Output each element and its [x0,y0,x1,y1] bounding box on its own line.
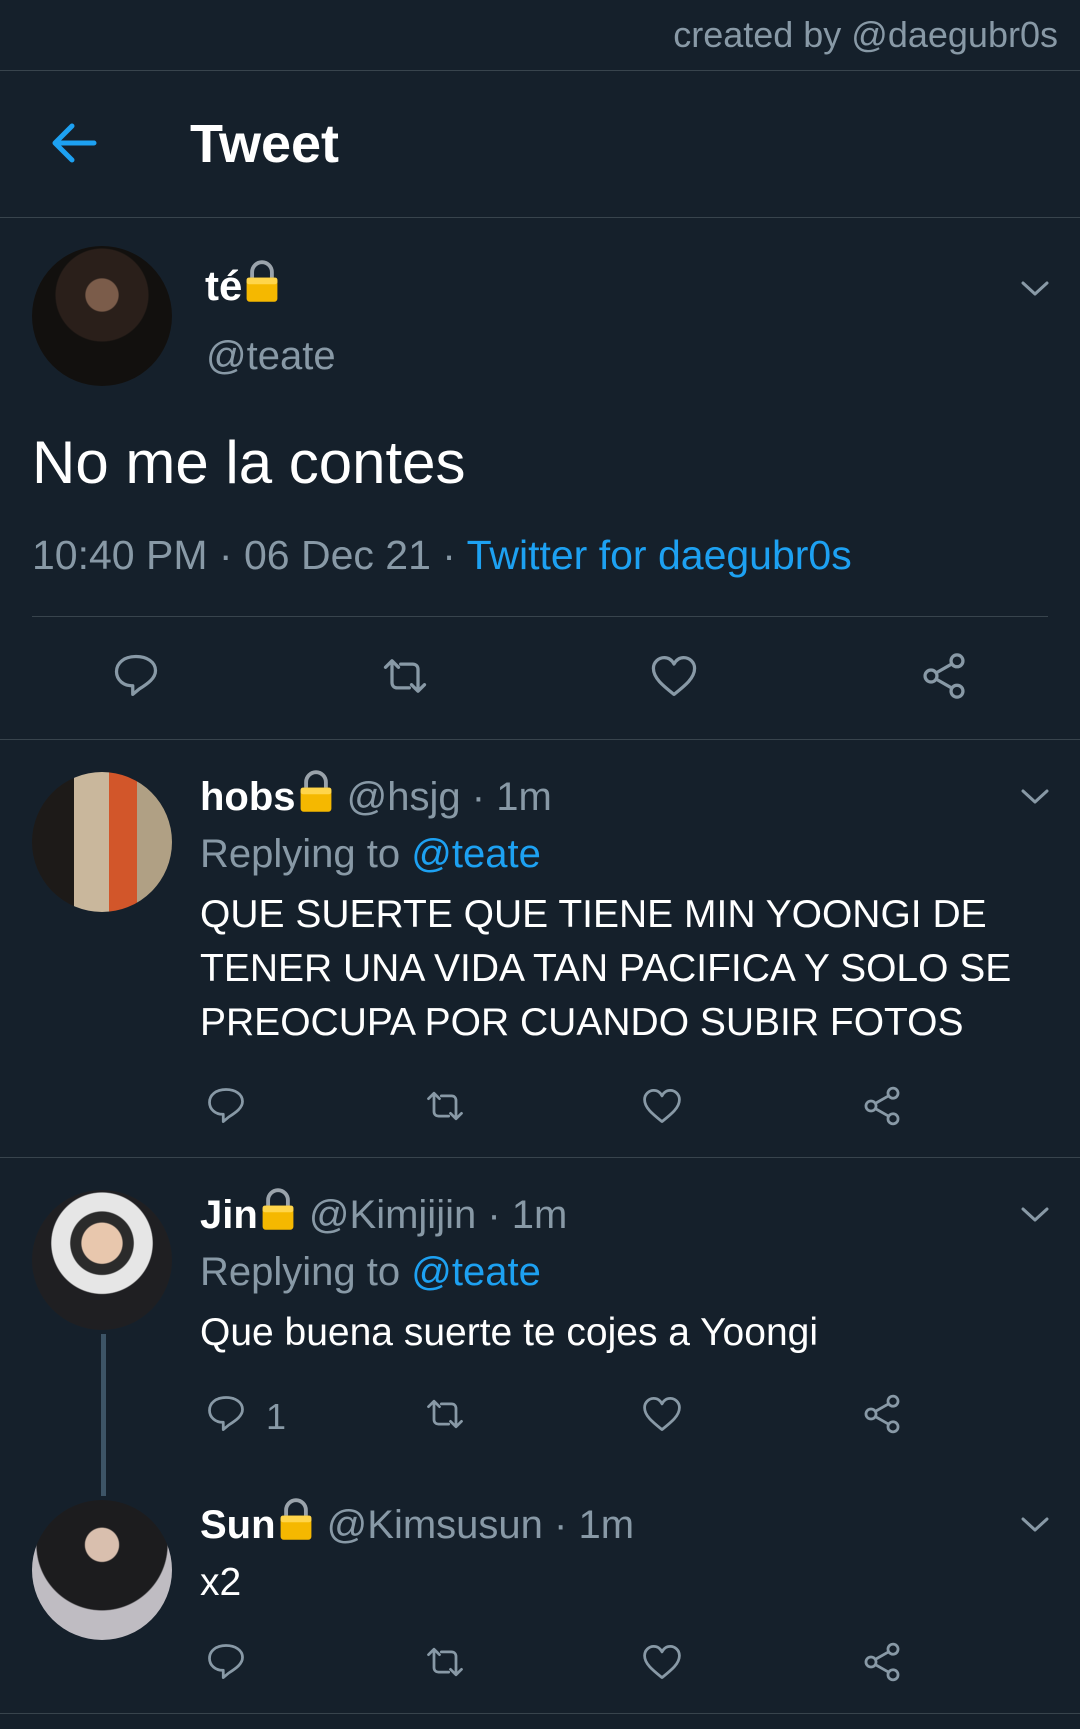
separator-dot: · [442,532,456,578]
like-icon[interactable] [640,1640,684,1684]
watermark-text: created by @daegubr0s [673,14,1058,55]
main-tweet: té @teate No me la contes 10:40 PM · 06 … [0,218,1080,740]
tweet-source-link[interactable]: Twitter for daegubr0s [467,532,852,578]
retweet-icon[interactable] [376,650,434,702]
reply-tweet[interactable]: Jin @Kimjijin · 1m Replying to @teate Qu… [0,1158,1080,1496]
user-handle[interactable]: @hsjg [347,775,461,819]
share-icon[interactable] [860,1640,904,1684]
share-icon[interactable] [918,650,970,702]
like-icon[interactable] [640,1084,684,1128]
retweet-icon[interactable] [420,1640,470,1684]
top-navigation-bar: Tweet [0,70,1080,218]
back-arrow-icon[interactable] [48,117,100,169]
replying-to-handle[interactable]: @teate [411,832,541,876]
tweet-time: 1m [496,775,552,819]
replying-to-label: Replying to [200,832,401,876]
tweet-time: 1m [511,1193,568,1237]
share-icon[interactable] [860,1392,904,1436]
reply-icon[interactable] [204,1392,248,1436]
tweet-time: 1m [578,1503,635,1547]
replying-to-label: Replying to [200,1250,401,1294]
avatar[interactable] [32,772,172,912]
tweet-text: QUE SUERTE QUE TIENE MIN YOONGI DE TENER… [200,893,1012,1044]
avatar[interactable] [32,1190,172,1330]
retweet-icon[interactable] [420,1392,470,1436]
tweet-text: Que buena suerte te cojes a Yoongi [200,1311,818,1354]
chevron-down-icon[interactable] [1017,1196,1053,1232]
avatar[interactable] [32,1500,172,1640]
retweet-icon[interactable] [420,1084,470,1128]
like-icon[interactable] [640,1392,684,1436]
lock-icon [278,1498,313,1542]
tweet-meta: 10:40 PM · 06 Dec 21 · Twitter for daegu… [32,532,852,579]
reply-count: 1 [266,1396,287,1437]
lock-icon [260,1188,296,1232]
lock-icon [245,260,280,304]
user-handle[interactable]: @teate [206,334,336,379]
replying-to-handle[interactable]: @teate [411,1250,541,1294]
chevron-down-icon[interactable] [1017,1506,1053,1542]
chevron-down-icon[interactable] [1017,270,1053,306]
display-name[interactable]: Sun [200,1503,276,1547]
reply-icon[interactable] [204,1640,248,1684]
reply-icon[interactable] [110,650,162,702]
tweet-time: 10:40 PM [32,532,208,578]
display-name[interactable]: Jin [200,1193,258,1237]
display-name[interactable]: hobs [200,775,296,819]
share-icon[interactable] [860,1084,904,1128]
chevron-down-icon[interactable] [1017,778,1053,814]
tweet-text: x2 [200,1561,242,1604]
tweet-text: No me la contes [32,429,466,496]
user-handle[interactable]: @Kimsusun [327,1503,543,1547]
reply-tweet[interactable]: hobs @hsjg · 1m Replying to @teate QUE S… [0,740,1080,1158]
lock-icon [298,770,333,814]
tweet-date: 06 Dec 21 [243,532,431,578]
display-name[interactable]: té [205,262,242,309]
divider [32,616,1048,617]
user-handle[interactable]: @Kimjijin [309,1193,476,1237]
page-title: Tweet [190,114,340,174]
separator-dot: · [218,532,233,578]
reply-icon[interactable] [204,1084,248,1128]
like-icon[interactable] [648,650,700,702]
reply-tweet[interactable]: Sun @Kimsusun · 1m x2 [0,1460,1080,1714]
avatar[interactable] [32,246,172,386]
